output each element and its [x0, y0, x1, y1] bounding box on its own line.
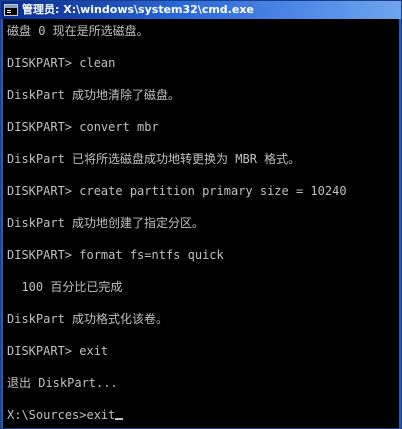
console-line: DISKPART> clean: [7, 56, 116, 70]
console-line: 退出 DiskPart...: [7, 376, 118, 390]
prompt-text: X:\Sources>exit: [7, 408, 116, 422]
console-line: DISKPART> create partition primary size …: [7, 184, 347, 198]
command-prompt-icon[interactable]: [4, 4, 18, 16]
console-line: 磁盘 0 现在是所选磁盘。: [7, 24, 149, 38]
cmd-window: 管理员: X:\windows\system32\cmd.exe 磁盘 0 现在…: [0, 0, 402, 429]
prompt-line[interactable]: X:\Sources>exit: [7, 407, 399, 423]
title-bar[interactable]: 管理员: X:\windows\system32\cmd.exe: [1, 1, 401, 19]
window-title: 管理员: X:\windows\system32\cmd.exe: [22, 3, 254, 16]
text-cursor: [115, 418, 124, 420]
console-line: DiskPart 成功地创建了指定分区。: [7, 216, 205, 230]
console-line: DiskPart 成功地清除了磁盘。: [7, 88, 181, 102]
console-line: DiskPart 已将所选磁盘成功地转更换为 MBR 格式。: [7, 152, 301, 166]
console-line: DISKPART> format fs=ntfs quick: [7, 248, 224, 262]
console-line: DISKPART> convert mbr: [7, 120, 159, 134]
console-output[interactable]: 磁盘 0 现在是所选磁盘。 DISKPART> clean DiskPart 成…: [3, 19, 399, 428]
console-line: DISKPART> exit: [7, 344, 109, 358]
console-line: 100 百分比已完成: [7, 280, 123, 294]
console-line: DiskPart 成功格式化该卷。: [7, 312, 169, 326]
